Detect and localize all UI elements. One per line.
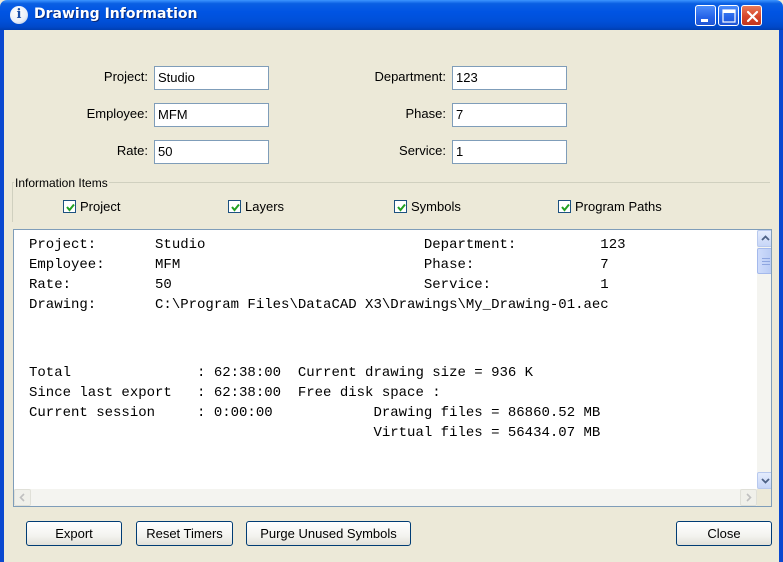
output-line: Drawing: C:\Program Files\DataCAD X3\Dra… — [29, 297, 609, 313]
chevron-right-icon — [746, 493, 752, 502]
department-label: Department: — [374, 69, 446, 84]
rate-field[interactable]: 50 — [154, 140, 269, 164]
phase-label: Phase: — [405, 106, 446, 121]
scroll-left-button[interactable] — [14, 489, 31, 506]
purge-unused-symbols-button[interactable]: Purge Unused Symbols — [246, 521, 411, 546]
output-line: Rate: 50 Service: 1 — [29, 277, 609, 293]
checkbox-box[interactable] — [394, 200, 407, 213]
export-button[interactable]: Export — [26, 521, 122, 546]
reset-timers-button[interactable]: Reset Timers — [136, 521, 233, 546]
close-button[interactable]: Close — [676, 521, 772, 546]
window-title: Drawing Information — [34, 6, 198, 22]
checkbox-box[interactable] — [63, 200, 76, 213]
information-items-title: Information Items — [14, 176, 109, 190]
checkbox-label: Program Paths — [575, 199, 662, 214]
checkbox-label: Project — [80, 199, 121, 214]
checkmark-icon — [231, 203, 240, 212]
output-line: Virtual files = 56434.07 MB — [29, 425, 601, 441]
checkbox-label: Layers — [245, 199, 285, 214]
title-bar[interactable]: i Drawing Information — [0, 0, 783, 30]
service-field[interactable]: 1 — [452, 140, 567, 164]
output-line: Current session : 0:00:00 Drawing files … — [29, 405, 601, 421]
project-label: Project: — [103, 69, 148, 84]
scrollbar-corner — [757, 489, 771, 506]
scroll-down-button[interactable] — [757, 472, 771, 489]
close-icon — [746, 10, 759, 23]
checkmark-icon — [397, 203, 406, 212]
scroll-up-button[interactable] — [757, 230, 771, 247]
window-frame-right — [779, 30, 783, 562]
chevron-left-icon — [19, 493, 25, 502]
service-label: Service: — [399, 143, 446, 158]
employee-field[interactable]: MFM — [154, 103, 269, 127]
horizontal-scrollbar[interactable] — [14, 489, 757, 506]
chevron-up-icon — [761, 235, 770, 241]
window-frame-left — [0, 30, 4, 562]
minimize-button[interactable] — [695, 5, 716, 26]
chevron-down-icon — [761, 478, 770, 484]
maximize-icon — [722, 9, 736, 23]
rate-label: Rate: — [116, 143, 148, 158]
info-icon: i — [10, 6, 28, 24]
phase-field[interactable]: 7 — [452, 103, 567, 127]
minimize-icon — [701, 19, 708, 22]
close-window-button[interactable] — [741, 5, 762, 26]
checkmark-icon — [561, 203, 570, 212]
project-field[interactable]: Studio — [154, 66, 269, 90]
checkbox-box[interactable] — [558, 200, 571, 213]
department-field[interactable]: 123 — [452, 66, 567, 90]
maximize-button[interactable] — [718, 5, 739, 26]
vertical-scroll-thumb[interactable] — [757, 248, 771, 274]
employee-label: Employee: — [86, 106, 148, 121]
drawing-info-output[interactable]: Project: Studio Department: 123 Employee… — [13, 229, 772, 507]
checkmark-icon — [66, 203, 75, 212]
output-line: Project: Studio Department: 123 — [29, 237, 626, 253]
output-line: Total : 62:38:00 Current drawing size = … — [29, 365, 534, 381]
vertical-scrollbar[interactable] — [757, 230, 771, 489]
checkbox-label: Symbols — [411, 199, 461, 214]
output-line: Since last export : 62:38:00 Free disk s… — [29, 385, 441, 401]
checkbox-box[interactable] — [228, 200, 241, 213]
output-line: Employee: MFM Phase: 7 — [29, 257, 609, 273]
scroll-right-button[interactable] — [740, 489, 757, 506]
